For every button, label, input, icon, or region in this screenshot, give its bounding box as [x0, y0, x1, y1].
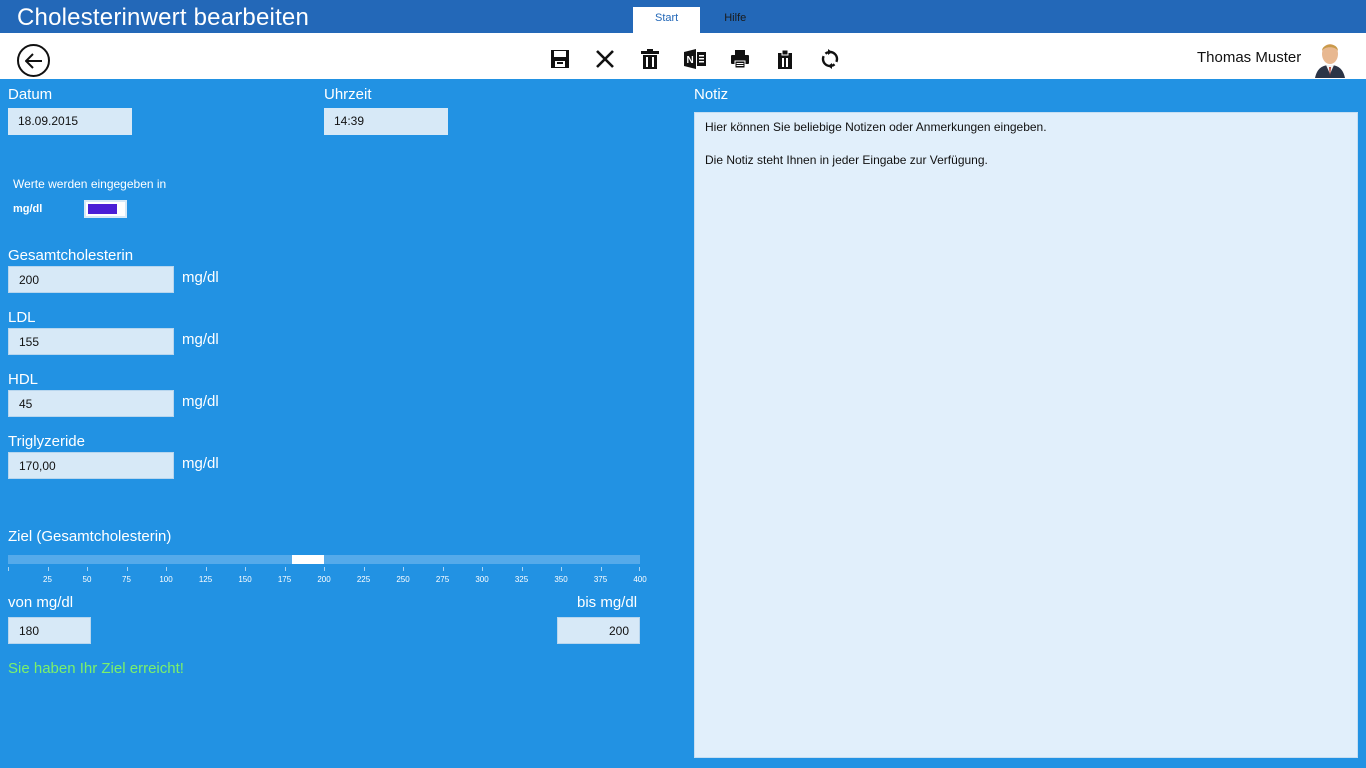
scale-tick — [442, 567, 444, 571]
tab-hilfe[interactable]: Hilfe — [700, 7, 770, 33]
app-title: Cholesterinwert bearbeiten — [17, 4, 310, 31]
scale-tick-label: 50 — [82, 575, 92, 584]
scale-tick — [87, 567, 88, 571]
sync-icon — [821, 49, 838, 69]
goal-range-slider[interactable] — [8, 555, 640, 564]
total-cholesterol-unit: mg/dl — [182, 269, 219, 286]
delete-icon — [640, 49, 659, 69]
date-label: Datum — [8, 86, 53, 103]
scale-tick-label: 175 — [277, 575, 292, 584]
triglycerides-unit: mg/dl — [182, 455, 219, 472]
total-cholesterol-label: Gesamtcholesterin — [8, 247, 134, 264]
note-line: Die Notiz steht Ihnen in jeder Eingabe z… — [705, 153, 988, 167]
scale-tick — [363, 567, 365, 571]
clipboard-icon — [777, 49, 792, 69]
scale-tick-label: 275 — [435, 575, 450, 584]
hdl-label: HDL — [8, 371, 39, 388]
note-label: Notiz — [694, 86, 729, 103]
goal-from-field[interactable]: 180 — [8, 617, 91, 644]
scale-tick-label: 300 — [475, 575, 489, 584]
scale-tick — [47, 567, 49, 571]
title-bar: Cholesterinwert bearbeiten Start Hilfe — [0, 0, 1366, 33]
goal-from-label: von mg/dl — [8, 594, 74, 611]
back-button[interactable] — [17, 44, 50, 77]
scale-tick-label: 100 — [159, 575, 173, 584]
scale-tick-label: 375 — [593, 575, 608, 584]
scale-tick — [639, 567, 640, 571]
save-button[interactable] — [537, 47, 582, 71]
scale-tick — [245, 567, 246, 571]
back-arrow-icon — [24, 52, 42, 69]
scale-tick-label: 225 — [356, 575, 371, 584]
scale-tick-label: 325 — [514, 575, 529, 584]
units-toggle[interactable] — [84, 200, 127, 218]
print-icon — [730, 50, 749, 69]
onenote-button[interactable]: N — [672, 47, 717, 71]
hdl-unit: mg/dl — [182, 393, 219, 410]
clipboard-button[interactable] — [762, 47, 807, 71]
goal-status-message: Sie haben Ihr Ziel erreicht! — [8, 660, 184, 677]
scale-tick-label: 250 — [396, 575, 410, 584]
delete-button[interactable] — [627, 47, 672, 71]
time-label: Uhrzeit — [324, 86, 372, 103]
scale-tick — [600, 567, 602, 571]
scale-tick — [482, 567, 483, 571]
toolbar-actions: N — [537, 47, 852, 71]
sync-button[interactable] — [807, 47, 852, 71]
scale-tick — [561, 567, 562, 571]
goal-range-selection — [292, 555, 324, 564]
scale-tick-label: 125 — [198, 575, 213, 584]
time-field[interactable]: 14:39 — [324, 108, 448, 135]
goal-label: Ziel (Gesamtcholesterin) — [8, 528, 172, 545]
date-field[interactable]: 18.09.2015 — [8, 108, 132, 135]
toolbar: N Thomas Muster — [0, 33, 1366, 79]
scale-tick-label: 75 — [122, 575, 131, 584]
scale-tick — [166, 567, 167, 571]
scale-tick — [126, 567, 128, 571]
scale-tick-label: 350 — [554, 575, 568, 584]
ldl-unit: mg/dl — [182, 331, 219, 348]
scale-tick-label: 400 — [633, 575, 647, 584]
scale-tick-label: 25 — [43, 575, 52, 584]
tab-start[interactable]: Start — [633, 7, 701, 33]
scale-tick-label: 150 — [238, 575, 252, 584]
ldl-label: LDL — [8, 309, 36, 326]
triglycerides-label: Triglyzeride — [8, 433, 85, 450]
print-button[interactable] — [717, 47, 762, 71]
hdl-field[interactable]: 45 — [8, 390, 174, 417]
scale-tick-label: 200 — [317, 575, 331, 584]
save-icon — [550, 50, 569, 68]
tab-bar: Start Hilfe — [633, 7, 770, 33]
scale-tick — [403, 567, 404, 571]
cancel-button[interactable] — [582, 47, 627, 71]
scale-tick — [284, 567, 286, 571]
avatar[interactable] — [1311, 38, 1349, 78]
user-avatar-image — [1311, 38, 1349, 78]
user-name: Thomas Muster — [1197, 49, 1302, 66]
total-cholesterol-field[interactable]: 200 — [8, 266, 174, 293]
close-icon — [595, 50, 614, 68]
note-textarea[interactable]: Hier können Sie beliebige Notizen oder A… — [694, 112, 1358, 758]
scale-tick — [205, 567, 207, 571]
scale-tick — [521, 567, 523, 571]
note-line: Hier können Sie beliebige Notizen oder A… — [705, 120, 1047, 134]
units-caption: Werte werden eingegeben in — [13, 177, 167, 191]
scale-tick — [324, 567, 325, 571]
svg-text:N: N — [686, 55, 693, 66]
goal-to-label: bis mg/dl — [577, 594, 638, 611]
units-value-label: mg/dl — [13, 203, 43, 215]
onenote-icon: N — [683, 49, 706, 69]
units-toggle-fill — [88, 204, 117, 214]
goal-to-field[interactable]: 200 — [557, 617, 640, 644]
scale-tick — [8, 567, 9, 571]
ldl-field[interactable]: 155 — [8, 328, 174, 355]
triglycerides-field[interactable]: 170,00 — [8, 452, 174, 479]
